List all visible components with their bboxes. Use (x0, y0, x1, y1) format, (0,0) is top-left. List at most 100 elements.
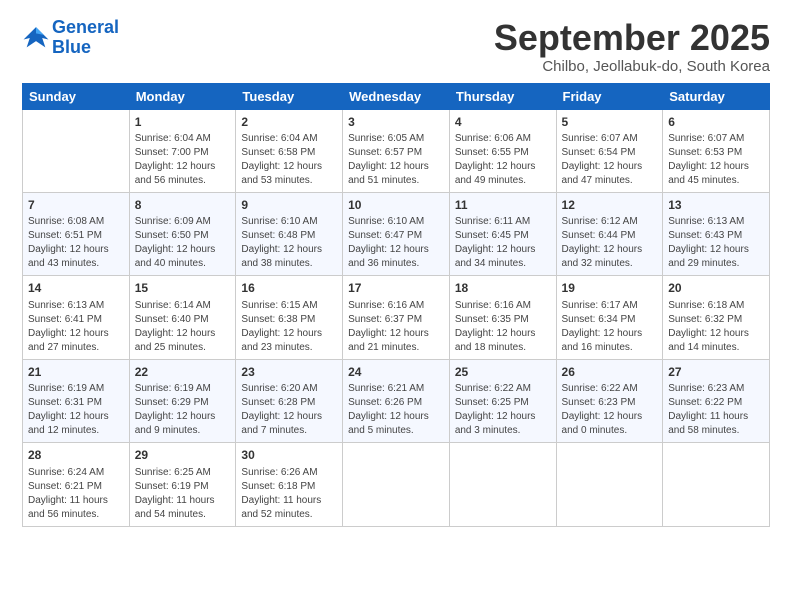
day-number: 2 (241, 114, 337, 131)
day-info: Sunrise: 6:25 AM Sunset: 6:19 PM Dayligh… (135, 466, 231, 522)
logo-bird-icon (22, 24, 50, 52)
day-number: 9 (241, 197, 337, 214)
day-number: 26 (562, 364, 658, 381)
calendar-cell (556, 443, 663, 526)
calendar-cell: 22Sunrise: 6:19 AM Sunset: 6:29 PM Dayli… (129, 359, 236, 442)
day-number: 22 (135, 364, 231, 381)
calendar-cell (343, 443, 450, 526)
day-info: Sunrise: 6:04 AM Sunset: 6:58 PM Dayligh… (241, 132, 337, 188)
day-info: Sunrise: 6:09 AM Sunset: 6:50 PM Dayligh… (135, 215, 231, 271)
day-info: Sunrise: 6:20 AM Sunset: 6:28 PM Dayligh… (241, 382, 337, 438)
logo-line2: Blue (52, 38, 119, 58)
weekday-header: Monday (129, 83, 236, 109)
calendar-cell: 6Sunrise: 6:07 AM Sunset: 6:53 PM Daylig… (663, 109, 770, 192)
day-number: 5 (562, 114, 658, 131)
day-info: Sunrise: 6:19 AM Sunset: 6:31 PM Dayligh… (28, 382, 124, 438)
day-number: 7 (28, 197, 124, 214)
calendar-cell: 21Sunrise: 6:19 AM Sunset: 6:31 PM Dayli… (23, 359, 130, 442)
calendar-cell: 20 Sunrise: 6:18 AM Sunset: 6:32 PM Dayli… (663, 276, 770, 359)
day-number: 6 (668, 114, 764, 131)
day-number: 24 (348, 364, 444, 381)
calendar-cell: 4Sunrise: 6:06 AM Sunset: 6:55 PM Daylig… (449, 109, 556, 192)
day-number: 20 (668, 280, 764, 297)
page-title: September 2025 (494, 18, 770, 58)
day-info: Sunrise: 6:07 AM Sunset: 6:54 PM Dayligh… (562, 132, 658, 188)
calendar-cell: 17 Sunrise: 6:16 AM Sunset: 6:37 PM Dayli… (343, 276, 450, 359)
calendar-cell: 23Sunrise: 6:20 AM Sunset: 6:28 PM Dayli… (236, 359, 343, 442)
day-number: 21 (28, 364, 124, 381)
calendar-cell: 25Sunrise: 6:22 AM Sunset: 6:25 PM Dayli… (449, 359, 556, 442)
calendar-cell: 13Sunrise: 6:13 AM Sunset: 6:43 PM Dayli… (663, 192, 770, 275)
day-number: 3 (348, 114, 444, 131)
calendar-cell: 30 Sunrise: 6:26 AM Sunset: 6:18 PM Dayli… (236, 443, 343, 526)
calendar-cell: 3Sunrise: 6:05 AM Sunset: 6:57 PM Daylig… (343, 109, 450, 192)
calendar-cell: 15 Sunrise: 6:14 AM Sunset: 6:40 PM Dayli… (129, 276, 236, 359)
day-info: Sunrise: 6:16 AM Sunset: 6:37 PM Dayligh… (348, 299, 444, 355)
day-info: Sunrise: 6:13 AM Sunset: 6:43 PM Dayligh… (668, 215, 764, 271)
weekday-header: Wednesday (343, 83, 450, 109)
calendar-cell: 27Sunrise: 6:23 AM Sunset: 6:22 PM Dayli… (663, 359, 770, 442)
day-info: Sunrise: 6:18 AM Sunset: 6:32 PM Dayligh… (668, 299, 764, 355)
day-info: Sunrise: 6:08 AM Sunset: 6:51 PM Dayligh… (28, 215, 124, 271)
logo: General Blue (22, 18, 119, 58)
day-info: Sunrise: 6:24 AM Sunset: 6:21 PM Dayligh… (28, 466, 124, 522)
calendar-cell: 5Sunrise: 6:07 AM Sunset: 6:54 PM Daylig… (556, 109, 663, 192)
calendar-cell: 12Sunrise: 6:12 AM Sunset: 6:44 PM Dayli… (556, 192, 663, 275)
calendar-cell: 1Sunrise: 6:04 AM Sunset: 7:00 PM Daylig… (129, 109, 236, 192)
day-number: 10 (348, 197, 444, 214)
day-info: Sunrise: 6:23 AM Sunset: 6:22 PM Dayligh… (668, 382, 764, 438)
weekday-header: Saturday (663, 83, 770, 109)
calendar-cell: 24Sunrise: 6:21 AM Sunset: 6:26 PM Dayli… (343, 359, 450, 442)
weekday-header: Friday (556, 83, 663, 109)
weekday-header: Tuesday (236, 83, 343, 109)
day-info: Sunrise: 6:11 AM Sunset: 6:45 PM Dayligh… (455, 215, 551, 271)
day-number: 13 (668, 197, 764, 214)
calendar-cell (23, 109, 130, 192)
day-info: Sunrise: 6:05 AM Sunset: 6:57 PM Dayligh… (348, 132, 444, 188)
day-number: 1 (135, 114, 231, 131)
day-info: Sunrise: 6:14 AM Sunset: 6:40 PM Dayligh… (135, 299, 231, 355)
day-info: Sunrise: 6:13 AM Sunset: 6:41 PM Dayligh… (28, 299, 124, 355)
calendar-cell: 18 Sunrise: 6:16 AM Sunset: 6:35 PM Dayli… (449, 276, 556, 359)
calendar-cell: 14 Sunrise: 6:13 AM Sunset: 6:41 PM Dayli… (23, 276, 130, 359)
calendar-cell: 2Sunrise: 6:04 AM Sunset: 6:58 PM Daylig… (236, 109, 343, 192)
page-subtitle: Chilbo, Jeollabuk-do, South Korea (494, 58, 770, 75)
weekday-header: Sunday (23, 83, 130, 109)
day-number: 16 (241, 280, 337, 297)
day-number: 27 (668, 364, 764, 381)
day-info: Sunrise: 6:07 AM Sunset: 6:53 PM Dayligh… (668, 132, 764, 188)
day-info: Sunrise: 6:22 AM Sunset: 6:25 PM Dayligh… (455, 382, 551, 438)
day-number: 12 (562, 197, 658, 214)
weekday-header: Thursday (449, 83, 556, 109)
day-number: 8 (135, 197, 231, 214)
day-info: Sunrise: 6:04 AM Sunset: 7:00 PM Dayligh… (135, 132, 231, 188)
calendar-cell: 10Sunrise: 6:10 AM Sunset: 6:47 PM Dayli… (343, 192, 450, 275)
day-info: Sunrise: 6:17 AM Sunset: 6:34 PM Dayligh… (562, 299, 658, 355)
calendar-cell (663, 443, 770, 526)
day-info: Sunrise: 6:15 AM Sunset: 6:38 PM Dayligh… (241, 299, 337, 355)
day-info: Sunrise: 6:06 AM Sunset: 6:55 PM Dayligh… (455, 132, 551, 188)
calendar-table: SundayMondayTuesdayWednesdayThursdayFrid… (22, 83, 770, 527)
day-info: Sunrise: 6:10 AM Sunset: 6:48 PM Dayligh… (241, 215, 337, 271)
day-number: 18 (455, 280, 551, 297)
day-info: Sunrise: 6:16 AM Sunset: 6:35 PM Dayligh… (455, 299, 551, 355)
day-number: 23 (241, 364, 337, 381)
day-number: 15 (135, 280, 231, 297)
day-number: 29 (135, 447, 231, 464)
day-number: 14 (28, 280, 124, 297)
calendar-cell: 16 Sunrise: 6:15 AM Sunset: 6:38 PM Dayli… (236, 276, 343, 359)
calendar-cell: 9Sunrise: 6:10 AM Sunset: 6:48 PM Daylig… (236, 192, 343, 275)
day-number: 30 (241, 447, 337, 464)
calendar-cell: 8Sunrise: 6:09 AM Sunset: 6:50 PM Daylig… (129, 192, 236, 275)
day-info: Sunrise: 6:26 AM Sunset: 6:18 PM Dayligh… (241, 466, 337, 522)
day-info: Sunrise: 6:22 AM Sunset: 6:23 PM Dayligh… (562, 382, 658, 438)
day-number: 11 (455, 197, 551, 214)
day-info: Sunrise: 6:12 AM Sunset: 6:44 PM Dayligh… (562, 215, 658, 271)
calendar-cell: 11Sunrise: 6:11 AM Sunset: 6:45 PM Dayli… (449, 192, 556, 275)
day-number: 4 (455, 114, 551, 131)
calendar-cell: 29 Sunrise: 6:25 AM Sunset: 6:19 PM Dayli… (129, 443, 236, 526)
day-number: 25 (455, 364, 551, 381)
day-number: 17 (348, 280, 444, 297)
day-number: 28 (28, 447, 124, 464)
calendar-cell: 28 Sunrise: 6:24 AM Sunset: 6:21 PM Dayli… (23, 443, 130, 526)
